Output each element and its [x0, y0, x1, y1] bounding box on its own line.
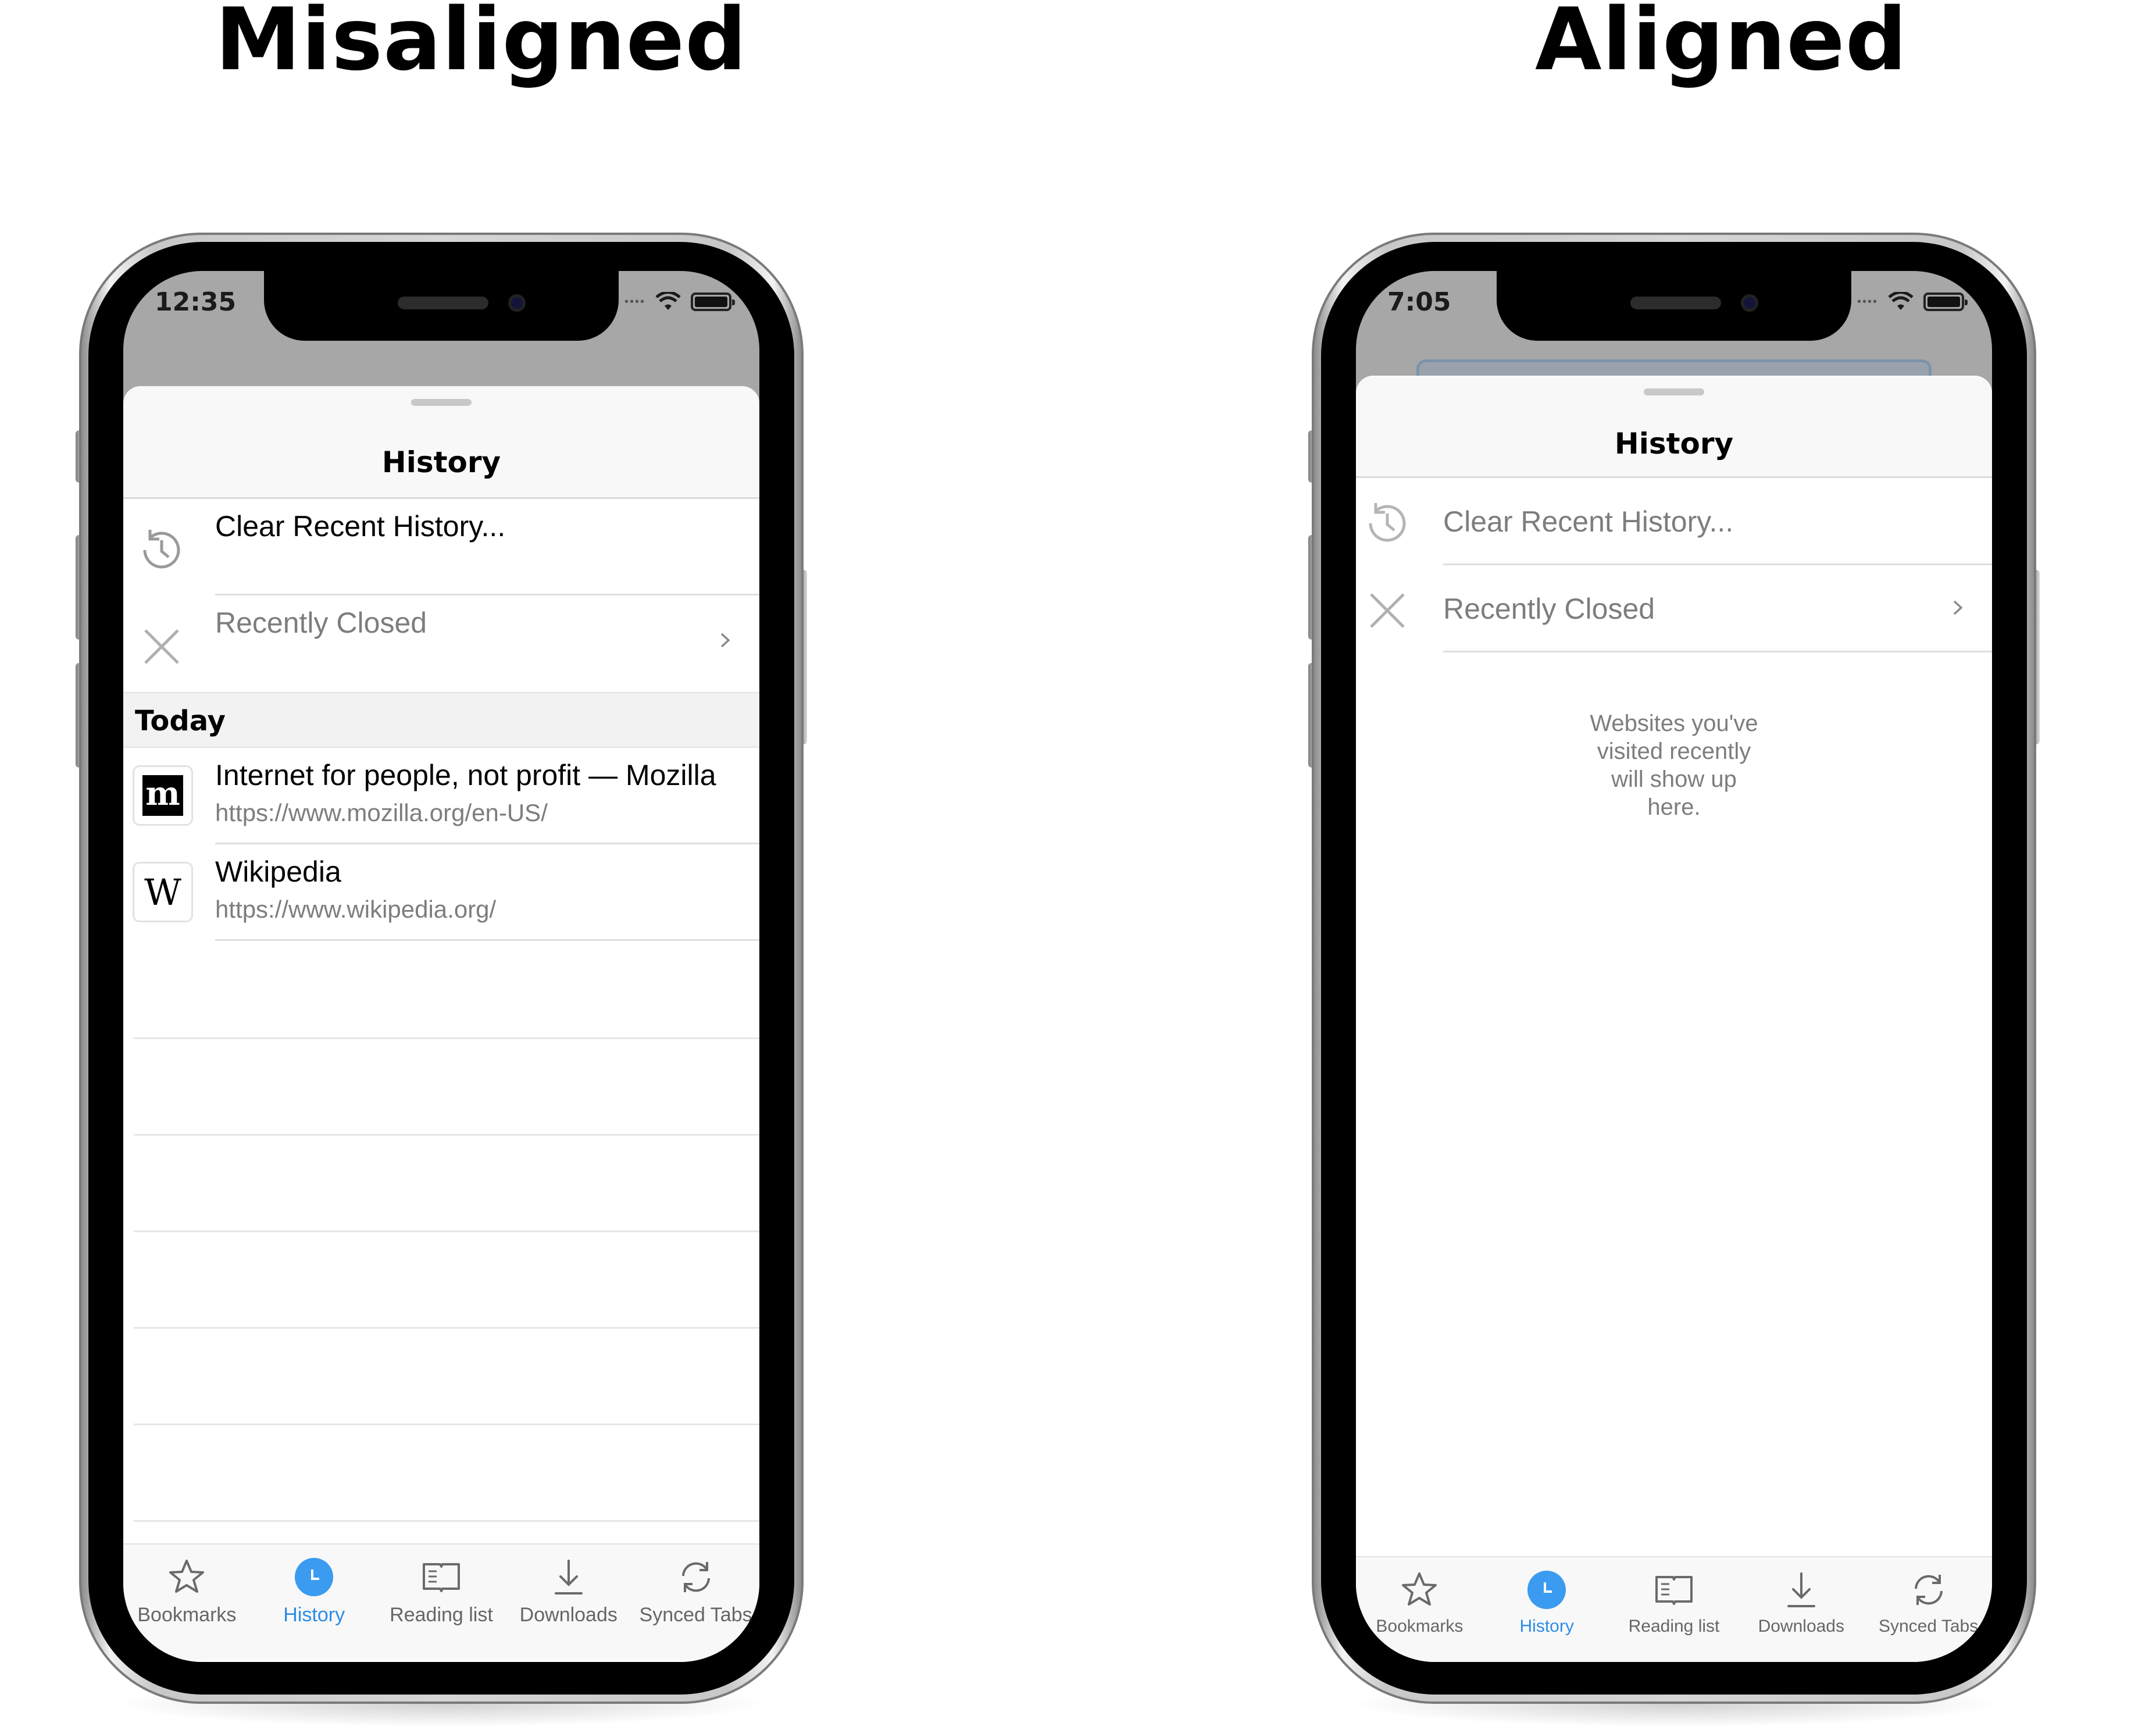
tab-history[interactable]: History [1483, 1557, 1611, 1662]
tab-synced-tabs[interactable]: Synced Tabs [632, 1544, 759, 1660]
section-header-today: Today [123, 692, 759, 748]
phone-misaligned: 12:35 •••• History Clear Recent History.… [76, 233, 807, 1727]
notch [264, 271, 619, 341]
status-icons: •••• [624, 292, 735, 312]
site-title: Wikipedia [215, 855, 341, 888]
star-icon [166, 1556, 208, 1598]
empty-row-line [134, 1327, 759, 1329]
empty-row-line [134, 1037, 759, 1039]
history-item-mozilla[interactable]: m Internet for people, not profit — Mozi… [123, 748, 759, 844]
notch [1497, 271, 1851, 341]
mozilla-favicon: m [133, 765, 193, 826]
navbar: History [1356, 376, 1992, 478]
wikipedia-favicon: W [133, 862, 193, 922]
row-separator [215, 939, 759, 941]
site-url: https://www.wikipedia.org/ [215, 896, 497, 923]
recently-closed-row[interactable]: Recently Closed [123, 595, 759, 692]
front-camera [1741, 294, 1758, 312]
clock-history-icon [1359, 495, 1415, 551]
screen: 7:05 •••• History Clear Recent History..… [1356, 271, 1992, 1662]
tab-history[interactable]: History [251, 1544, 378, 1660]
front-camera [508, 294, 526, 312]
recently-closed-row[interactable]: Recently Closed [1356, 565, 1992, 652]
page-title: History [1614, 427, 1734, 461]
navbar: History [123, 386, 759, 499]
close-icon [134, 619, 190, 675]
tab-bookmarks[interactable]: Bookmarks [123, 1544, 251, 1660]
chevron-right-icon [1953, 600, 1963, 615]
wifi-icon [1888, 292, 1914, 310]
wifi-icon [655, 292, 681, 310]
recently-closed-label: Recently Closed [215, 607, 427, 639]
history-icon [293, 1556, 335, 1598]
sync-icon [675, 1556, 717, 1598]
clock-history-icon [134, 522, 190, 578]
page-title: History [381, 445, 501, 479]
close-icon [1359, 583, 1415, 639]
signal-icon: •••• [1857, 295, 1878, 308]
tab-reading-list[interactable]: Reading list [378, 1544, 505, 1660]
tab-reading-list[interactable]: Reading list [1611, 1557, 1738, 1662]
library-tab-bar: Bookmarks History Reading list Downloads… [123, 1543, 759, 1660]
speaker [398, 297, 488, 309]
tab-downloads[interactable]: Downloads [505, 1544, 632, 1660]
history-item-wikipedia[interactable]: W Wikipedia https://www.wikipedia.org/ [123, 844, 759, 941]
speaker [1630, 297, 1721, 309]
phone-aligned: 7:05 •••• History Clear Recent History..… [1308, 233, 2040, 1727]
screen: 12:35 •••• History Clear Recent History.… [123, 271, 759, 1662]
clear-recent-history-label: Clear Recent History... [1443, 505, 1734, 538]
empty-state-message: Websites you've visited recently will sh… [1590, 711, 1758, 820]
site-title: Internet for people, not profit — Mozill… [215, 759, 716, 791]
star-icon [1398, 1569, 1440, 1611]
clear-recent-history-label: Clear Recent History... [215, 510, 506, 543]
row-separator [1443, 651, 1992, 652]
book-icon [1653, 1569, 1695, 1611]
status-icons: •••• [1857, 292, 1968, 312]
empty-row-line [134, 1520, 759, 1522]
status-time: 7:05 [1387, 287, 1451, 317]
library-tab-bar: Bookmarks History Reading list Downloads… [1356, 1556, 1992, 1662]
clear-recent-history-row[interactable]: Clear Recent History... [1356, 478, 1992, 565]
battery-icon [1923, 293, 1968, 311]
empty-row-line [134, 1424, 759, 1425]
empty-row-line [134, 1134, 759, 1136]
recently-closed-label: Recently Closed [1443, 593, 1655, 625]
history-panel: History Clear Recent History... Recently… [123, 386, 759, 1662]
heading-aligned: Aligned [1535, 0, 1908, 90]
download-icon [548, 1556, 590, 1598]
section-title: Today [135, 705, 226, 737]
battery-icon [691, 293, 735, 311]
site-url: https://www.mozilla.org/en-US/ [215, 799, 548, 826]
download-icon [1780, 1569, 1822, 1611]
empty-row-line [134, 1230, 759, 1232]
tab-downloads[interactable]: Downloads [1737, 1557, 1865, 1662]
book-icon [420, 1556, 462, 1598]
sheet-grabber[interactable] [1644, 388, 1704, 395]
underlying-card-edge [1416, 359, 1932, 377]
history-panel: History Clear Recent History... Recently… [1356, 376, 1992, 1662]
sync-icon [1908, 1569, 1950, 1611]
history-icon [1526, 1569, 1568, 1611]
tab-synced-tabs[interactable]: Synced Tabs [1865, 1557, 1992, 1662]
heading-misaligned: Misaligned [215, 0, 748, 90]
sheet-grabber[interactable] [411, 399, 472, 406]
chevron-right-icon [720, 633, 730, 648]
tab-bookmarks[interactable]: Bookmarks [1356, 1557, 1483, 1662]
status-time: 12:35 [155, 287, 237, 317]
clear-recent-history-row[interactable]: Clear Recent History... [123, 499, 759, 595]
signal-icon: •••• [624, 295, 645, 308]
